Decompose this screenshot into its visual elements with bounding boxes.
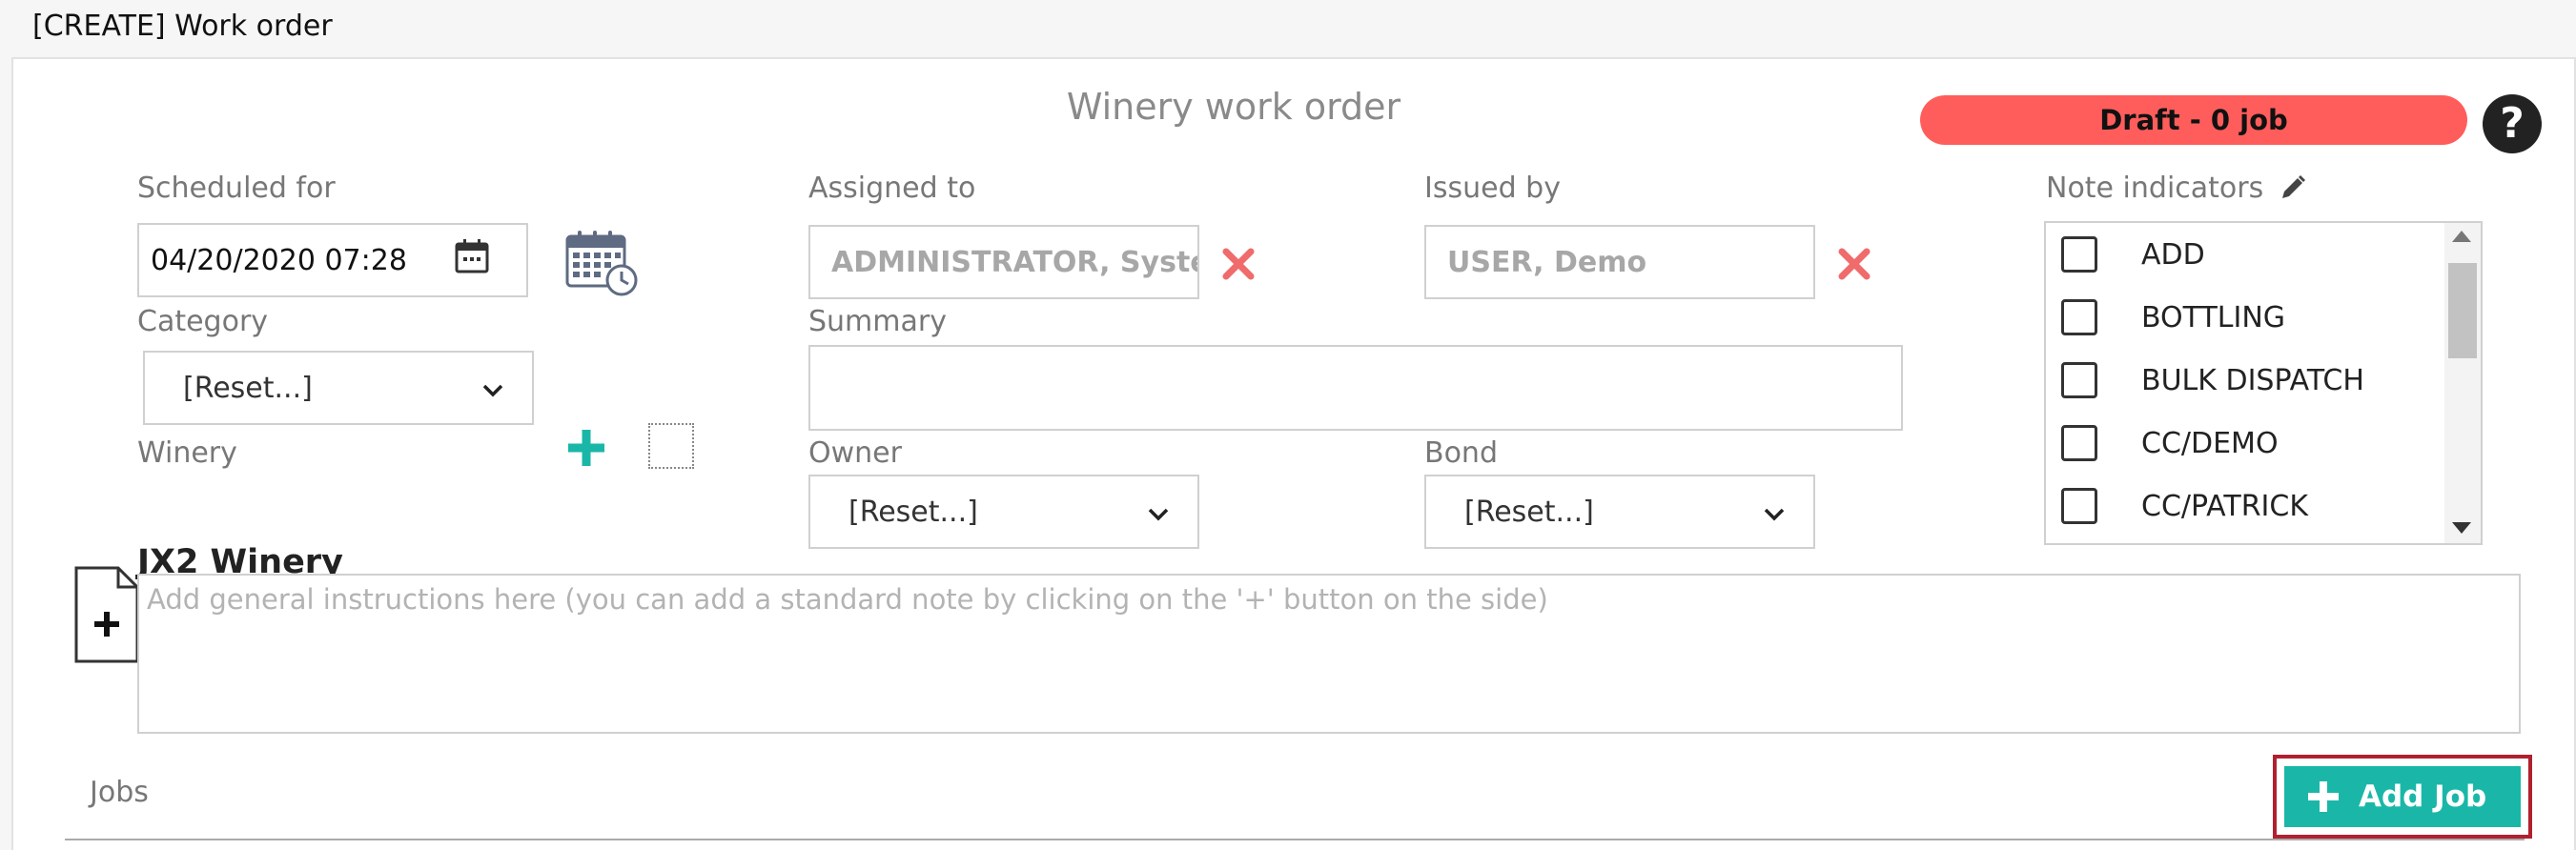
add-job-highlight: Add Job <box>2273 755 2532 839</box>
page-title: [CREATE] Work order <box>32 10 333 43</box>
assigned-to-placeholder: ADMINISTRATOR, System <box>831 245 1199 279</box>
note-label: BULK DISPATCH <box>2141 363 2364 397</box>
status-badge: Draft - 0 job <box>1920 95 2467 145</box>
chevron-down-icon <box>1764 508 1785 521</box>
note-label: BOTTLING <box>2141 300 2286 334</box>
add-standard-note-icon[interactable] <box>72 564 141 665</box>
issued-by-input[interactable]: USER, Demo <box>1424 225 1815 299</box>
add-job-label: Add Job <box>2359 779 2487 814</box>
help-button[interactable]: ? <box>2483 94 2542 153</box>
note-checkbox-cc-patrick[interactable] <box>2061 488 2097 524</box>
note-checkbox-cc-demo[interactable] <box>2061 425 2097 461</box>
list-item[interactable]: CC/DEMO <box>2046 412 2446 475</box>
form-title: Winery work order <box>1066 86 1401 128</box>
work-order-panel: Winery work order Draft - 0 job ? Schedu… <box>11 57 2576 850</box>
issued-by-placeholder: USER, Demo <box>1447 245 1647 279</box>
scroll-down-arrow-icon[interactable] <box>2452 522 2471 534</box>
clear-issued-icon[interactable] <box>1838 248 1871 280</box>
assigned-label: Assigned to <box>808 172 976 205</box>
jobs-divider <box>65 839 2525 840</box>
category-select[interactable]: [Reset...] <box>143 351 534 425</box>
chevron-down-icon <box>1148 508 1169 521</box>
owner-label: Owner <box>808 436 902 470</box>
note-label: ADD <box>2141 237 2205 272</box>
scheduled-date-value: 04/20/2020 07:28 <box>151 243 407 277</box>
summary-input[interactable] <box>808 345 1903 431</box>
page-header: [CREATE] Work order <box>0 0 2576 57</box>
schedule-calendar-icon[interactable] <box>564 229 639 297</box>
bond-label: Bond <box>1424 436 1498 470</box>
note-checkbox-add[interactable] <box>2061 236 2097 273</box>
note-checkbox-bulk-dispatch[interactable] <box>2061 362 2097 398</box>
general-instructions-textarea[interactable] <box>137 574 2521 734</box>
calendar-icon[interactable] <box>454 238 490 274</box>
clear-assigned-icon[interactable] <box>1222 248 1255 280</box>
list-item[interactable]: BOTTLING <box>2046 286 2446 349</box>
add-category-plus-icon[interactable] <box>564 426 608 470</box>
bond-select[interactable]: [Reset...] <box>1424 475 1815 549</box>
note-indicators-list[interactable]: ADD BOTTLING BULK DISPATCH CC/DEMO CC/PA… <box>2044 221 2483 545</box>
edit-pencil-icon[interactable] <box>2279 173 2307 202</box>
note-label: CC/DEMO <box>2141 426 2279 460</box>
issued-label: Issued by <box>1424 172 1561 205</box>
jobs-label: Jobs <box>90 776 149 809</box>
note-checkbox-bottling[interactable] <box>2061 299 2097 335</box>
scroll-thumb[interactable] <box>2448 263 2477 358</box>
plus-icon <box>2308 781 2339 812</box>
chevron-down-icon <box>482 384 503 397</box>
note-label: CC/PATRICK <box>2141 489 2309 523</box>
add-job-button[interactable]: Add Job <box>2284 766 2521 827</box>
assigned-to-input[interactable]: ADMINISTRATOR, System <box>808 225 1199 299</box>
winery-label: Winery <box>137 436 237 470</box>
list-item[interactable]: BULK DISPATCH <box>2046 349 2446 412</box>
scroll-up-arrow-icon[interactable] <box>2452 231 2471 242</box>
note-indicators-label: Note indicators <box>2046 172 2264 205</box>
list-item[interactable]: CC/PATRICK <box>2046 475 2446 537</box>
category-label: Category <box>137 305 269 338</box>
summary-label: Summary <box>808 305 947 338</box>
list-item[interactable]: ADD <box>2046 223 2446 286</box>
bond-value: [Reset...] <box>1464 495 1594 529</box>
owner-select[interactable]: [Reset...] <box>808 475 1199 549</box>
category-value: [Reset...] <box>183 371 313 405</box>
scheduled-label: Scheduled for <box>137 172 336 205</box>
note-list-scrollbar[interactable] <box>2444 223 2481 543</box>
owner-value: [Reset...] <box>848 495 978 529</box>
category-toggle-box[interactable] <box>648 423 694 469</box>
